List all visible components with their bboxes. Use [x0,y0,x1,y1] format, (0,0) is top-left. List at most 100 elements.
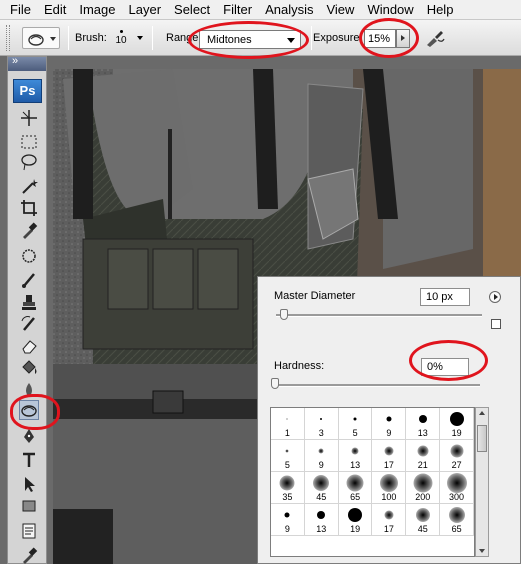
burn-tool-icon[interactable] [19,400,39,420]
brush-preset-label: 27 [451,460,462,470]
brush-preview[interactable]: 10 [108,26,134,52]
menu-edit[interactable]: Edit [38,2,73,17]
master-diameter-slider-thumb[interactable] [280,309,288,320]
menu-window[interactable]: Window [361,2,420,17]
brush-tool-icon[interactable] [20,271,38,289]
soft-brush-icon [448,507,465,523]
brush-preset[interactable]: 9 [304,440,339,472]
brush-preset[interactable]: 9 [372,408,407,440]
scrollbar-thumb[interactable] [477,425,487,452]
paint-bucket-icon[interactable] [20,359,38,377]
hard-brush-icon [286,418,288,420]
brush-preset[interactable]: 3 [304,408,339,440]
brush-preset-label: 9 [318,460,324,470]
exposure-slider-button[interactable] [396,29,410,48]
brush-preset[interactable]: 17 [372,504,407,536]
hardness-slider-thumb[interactable] [271,378,279,389]
range-value: Midtones [207,34,252,46]
brush-picker-chevron-icon[interactable] [137,36,143,40]
menu-analysis[interactable]: Analysis [259,2,320,17]
brush-preset[interactable]: 100 [372,472,407,504]
brush-preset-label: 17 [383,524,394,534]
scroll-down-icon[interactable] [479,549,485,553]
brush-preset-label: 21 [417,460,428,470]
brush-preset[interactable]: 9 [271,504,305,536]
brush-preset[interactable]: 5 [338,408,373,440]
brush-preset[interactable]: 65 [338,472,373,504]
brush-grid-scrollbar[interactable] [475,407,489,557]
menu-help[interactable]: Help [421,2,461,17]
eyedropper-icon[interactable] [20,221,38,239]
brush-preset-label: 1 [284,428,290,438]
brush-preset[interactable]: 1 [271,408,305,440]
rectangle-tool-icon[interactable] [20,497,38,515]
eraser-icon[interactable] [20,337,38,355]
menu-image[interactable]: Image [73,2,122,17]
menu-layer[interactable]: Layer [123,2,169,17]
blur-tool-icon[interactable] [20,381,38,399]
range-label: Range: [166,32,202,44]
soft-brush-icon [446,473,467,493]
notes-tool-icon[interactable] [20,522,38,540]
master-diameter-slider[interactable] [276,314,482,317]
photoshop-logo[interactable]: Ps [13,79,42,103]
brush-preset[interactable]: 13 [406,408,441,440]
hard-brush-icon [353,417,357,421]
lasso-tool-icon[interactable] [20,153,38,171]
menu-file[interactable]: File [4,2,38,17]
path-selection-icon[interactable] [20,475,38,493]
burn-tool-icon [28,34,44,46]
crop-tool-icon[interactable] [20,199,38,217]
brush-preset[interactable]: 65 [440,504,474,536]
menu-select[interactable]: Select [168,2,217,17]
brush-preset[interactable]: 13 [304,504,339,536]
history-brush-icon[interactable] [20,315,38,333]
airbrush-icon[interactable] [424,27,446,49]
master-diameter-input[interactable]: 10 px [420,288,470,306]
soft-brush-icon [417,445,429,457]
range-dropdown[interactable]: Midtones [199,30,301,49]
exposure-input[interactable]: 15% [364,29,396,48]
hard-brush-icon [284,512,290,518]
brush-preset[interactable]: 19 [338,504,373,536]
soft-brush-icon [285,449,289,453]
brush-preset[interactable]: 45 [406,504,441,536]
move-tool-icon[interactable] [20,109,38,127]
brush-preset[interactable]: 5 [271,440,305,472]
hardness-input[interactable]: 0% [421,358,469,376]
soft-brush-icon [346,474,364,492]
brush-preset-label: 5 [284,460,290,470]
brush-preset[interactable]: 21 [406,440,441,472]
master-diameter-label: Master Diameter [274,290,356,302]
new-preset-icon[interactable] [491,319,501,329]
healing-brush-icon[interactable] [20,247,38,265]
options-bar-grip[interactable] [6,25,10,51]
scroll-up-icon[interactable] [479,411,485,415]
marquee-tool-icon[interactable] [20,133,38,151]
brush-preset[interactable]: 19 [440,408,474,440]
brush-preset[interactable]: 17 [372,440,407,472]
type-tool-icon[interactable] [20,451,38,469]
panel-menu-icon[interactable] [489,291,501,303]
brush-preset[interactable]: 27 [440,440,474,472]
eyedropper-2-icon[interactable] [20,546,38,564]
brush-preset-label: 13 [316,524,327,534]
hardness-slider[interactable] [274,384,480,387]
soft-brush-icon [313,475,330,491]
pen-tool-icon[interactable] [20,427,38,445]
brush-preset[interactable]: 200 [406,472,441,504]
brush-preset[interactable]: 45 [304,472,339,504]
brush-preset[interactable]: 35 [271,472,305,504]
brush-preset-label: 9 [284,524,290,534]
tool-preset-picker[interactable] [22,27,60,49]
clone-stamp-icon[interactable] [20,293,38,311]
brush-preset[interactable]: 13 [338,440,373,472]
brush-preset[interactable]: 300 [440,472,474,504]
menu-filter[interactable]: Filter [217,2,259,17]
menu-view[interactable]: View [320,2,361,17]
toolbox-header[interactable] [8,55,46,71]
magic-wand-icon[interactable] [20,177,38,195]
brush-preset-label: 45 [316,492,327,502]
soft-brush-icon [384,510,394,520]
brush-preset-label: 19 [451,428,462,438]
